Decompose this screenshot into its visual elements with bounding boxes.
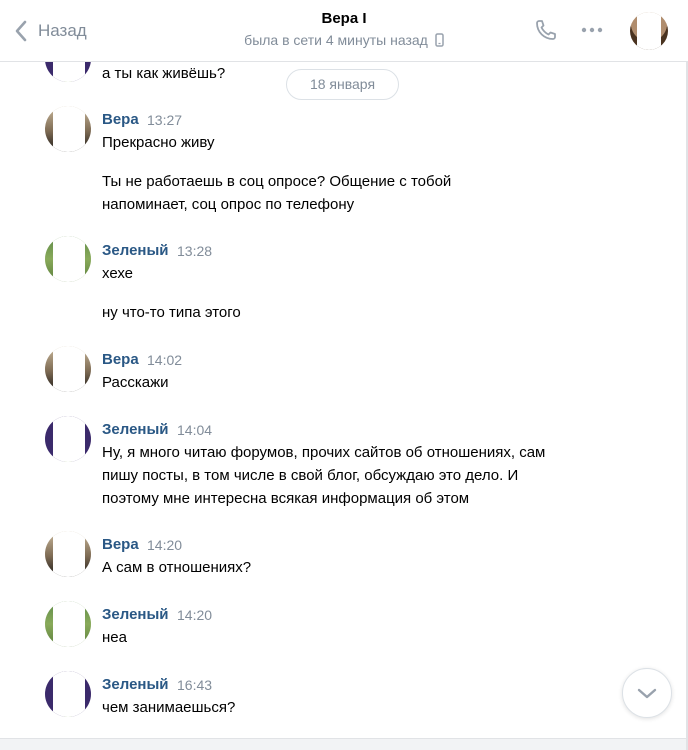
message-line: Ну, я много читаю форумов, прочих сайтов…	[102, 444, 546, 461]
message-author[interactable]: Вера	[102, 351, 139, 368]
avatar[interactable]	[45, 416, 91, 462]
avatar[interactable]	[45, 106, 91, 152]
message-line: напоминает, соц опрос по телефону	[102, 196, 355, 213]
message-author[interactable]: Зеленый	[102, 242, 169, 259]
online-status: была в сети 4 минуты назад	[244, 32, 444, 48]
message-time: 14:04	[177, 422, 213, 438]
message-text: Ты не работаешь в соц опросе? Общение с …	[102, 170, 602, 216]
message-line: поэтому мне интересна всякая информация …	[102, 490, 470, 507]
message-author[interactable]: Зеленый	[102, 676, 169, 693]
message-text: Расскажи	[102, 374, 169, 391]
more-button[interactable]	[580, 20, 604, 45]
message-author[interactable]: Зеленый	[102, 606, 169, 623]
chat-header: Назад Вера I была в сети 4 минуты назад	[0, 0, 688, 62]
message-line: пишу посты, в том числе в свой блог, обс…	[102, 467, 519, 484]
message-author[interactable]: Вера	[102, 111, 139, 128]
phone-device-icon	[435, 33, 444, 47]
header-avatar[interactable]	[630, 12, 668, 50]
message-text: неа	[102, 629, 127, 646]
message-author[interactable]: Зеленый	[102, 421, 169, 438]
message-text: А сам в отношениях?	[102, 559, 252, 576]
composer-edge	[0, 738, 688, 750]
call-button[interactable]	[534, 18, 558, 47]
message-text: хехе	[102, 265, 134, 282]
chevron-down-icon	[637, 688, 657, 699]
message-time: 14:20	[147, 537, 183, 553]
redaction-block	[402, 8, 426, 26]
avatar[interactable]	[45, 346, 91, 392]
message-line: Ты не работаешь в соц опросе? Общение с …	[102, 173, 452, 190]
avatar[interactable]	[45, 601, 91, 647]
date-separator: 18 января	[286, 69, 399, 100]
online-status-text: была в сети 4 минуты назад	[244, 32, 428, 48]
message-time: 14:02	[147, 352, 183, 368]
message-text: ну что-то типа этого	[102, 304, 241, 321]
avatar[interactable]	[45, 671, 91, 717]
phone-icon	[536, 20, 556, 40]
message-text: чем занимаешься?	[102, 699, 236, 716]
message-time: 16:43	[177, 677, 213, 693]
message-text: Ну, я много читаю форумов, прочих сайтов…	[102, 441, 602, 510]
avatar[interactable]	[45, 236, 91, 282]
message-author[interactable]: Вера	[102, 536, 139, 553]
scroll-down-button[interactable]	[622, 668, 672, 718]
more-icon	[581, 27, 603, 33]
message-time: 14:20	[177, 607, 213, 623]
message-text: Прекрасно живу	[102, 134, 215, 151]
avatar[interactable]	[45, 531, 91, 577]
message-time: 13:27	[147, 112, 183, 128]
message-time: 13:28	[177, 243, 213, 259]
message-feed: а ты как живёшь? 18 января Вера 13:27 Пр…	[0, 0, 688, 750]
